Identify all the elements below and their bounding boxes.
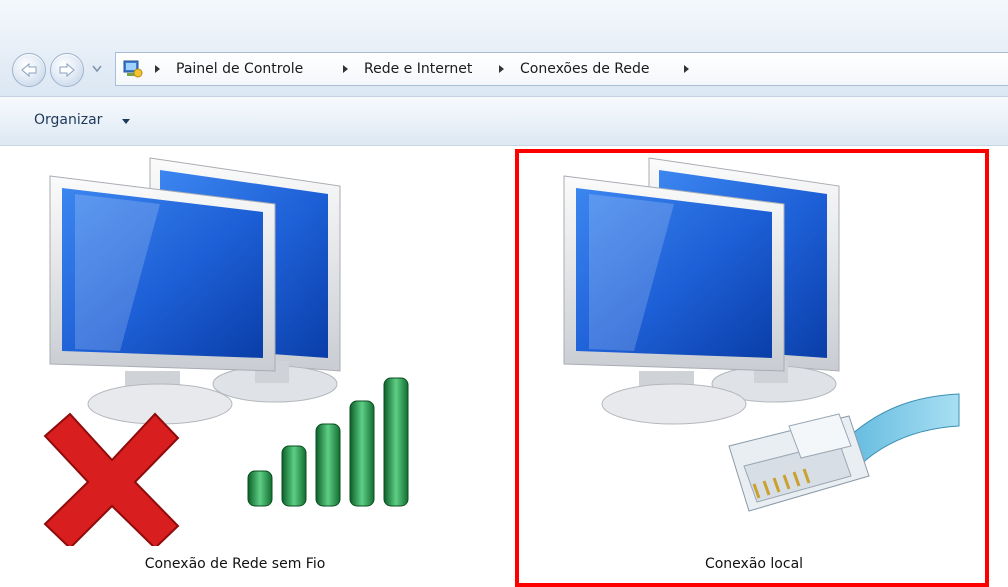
breadcrumb-separator-icon[interactable]: [155, 65, 160, 73]
breadcrumb-rede-e-internet[interactable]: Rede e Internet: [364, 61, 472, 77]
address-bar[interactable]: Painel de Controle Rede e Internet Conex…: [115, 52, 1008, 86]
wireless-network-icon: [43, 157, 409, 546]
breadcrumb-conexoes-de-rede[interactable]: Conexões de Rede: [520, 61, 650, 77]
back-arrow-icon: [21, 62, 37, 78]
forward-button[interactable]: [50, 53, 84, 87]
forward-arrow-icon: [59, 62, 75, 78]
control-panel-icon: [123, 60, 143, 78]
title-bar: Painel de Controle Rede e Internet Conex…: [0, 0, 1008, 97]
breadcrumb-separator-icon[interactable]: [684, 65, 689, 73]
breadcrumb-painel-de-controle[interactable]: Painel de Controle: [176, 61, 303, 77]
breadcrumb-separator-icon[interactable]: [499, 65, 504, 73]
recent-pages-chevron-icon[interactable]: [92, 64, 102, 74]
selection-highlight: [515, 149, 989, 587]
command-toolbar: Organizar: [0, 97, 1008, 146]
network-item-label: Conexão de Rede sem Fio: [144, 556, 326, 572]
breadcrumb-separator-icon[interactable]: [343, 65, 348, 73]
chevron-down-icon[interactable]: [122, 119, 130, 124]
network-item-wireless[interactable]: Conexão de Rede sem Fio: [0, 146, 500, 587]
organize-button[interactable]: Organizar: [34, 112, 102, 128]
back-button[interactable]: [12, 53, 46, 87]
